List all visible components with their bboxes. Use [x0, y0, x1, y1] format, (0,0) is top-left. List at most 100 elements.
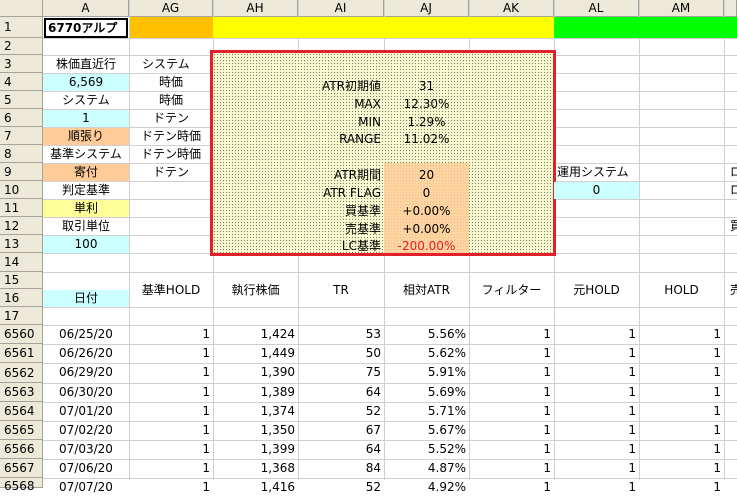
col-header-a[interactable]: A	[43, 0, 129, 17]
filter-cell[interactable]: 1	[469, 364, 554, 382]
min-label[interactable]: MIN	[298, 114, 384, 131]
orig-hold-cell[interactable]: 1	[554, 345, 639, 363]
hold-cell[interactable]: 1	[639, 441, 724, 459]
header-filter[interactable]: フィルター	[469, 282, 554, 299]
date-cell[interactable]: 06/25/20	[43, 326, 129, 344]
exec-price-cell[interactable]: 1,399	[213, 441, 298, 459]
row-header[interactable]: 11	[0, 199, 43, 217]
relative-atr-cell[interactable]: 4.87%	[384, 460, 469, 478]
tr-cell[interactable]: 52	[298, 403, 384, 421]
a16-date-header[interactable]: 日付	[43, 290, 129, 307]
ag4-label[interactable]: 時価	[129, 74, 213, 91]
a5-label[interactable]: システム	[43, 92, 129, 109]
relative-atr-cell[interactable]: 5.56%	[384, 326, 469, 344]
exec-price-cell[interactable]: 1,350	[213, 422, 298, 440]
row-header[interactable]: 8	[0, 145, 43, 163]
base-hold-cell[interactable]: 1	[129, 422, 213, 440]
ag3-label[interactable]: システム	[129, 56, 213, 73]
al9-system-label[interactable]: 運用システム	[554, 164, 639, 181]
exec-price-cell[interactable]: 1,416	[213, 479, 298, 497]
atr-period-label[interactable]: ATR期間	[298, 167, 384, 184]
date-cell[interactable]: 06/26/20	[43, 345, 129, 363]
a9-timing[interactable]: 寄付	[43, 164, 129, 181]
exec-price-cell[interactable]: 1,374	[213, 403, 298, 421]
ag9-label[interactable]: ドテン	[129, 164, 213, 181]
row-header[interactable]: 6561	[0, 344, 43, 363]
green-band[interactable]	[554, 17, 737, 38]
ag8-label[interactable]: ドテン時価	[129, 146, 213, 163]
col-header-next[interactable]	[724, 0, 737, 17]
tr-cell[interactable]: 64	[298, 441, 384, 459]
tr-cell[interactable]: 50	[298, 345, 384, 363]
header-edge[interactable]: 売	[727, 282, 737, 299]
base-hold-cell[interactable]: 1	[129, 403, 213, 421]
base-hold-cell[interactable]: 1	[129, 460, 213, 478]
a13-unit[interactable]: 100	[43, 236, 129, 253]
exec-price-cell[interactable]: 1,424	[213, 326, 298, 344]
ag6-label[interactable]: ドテン	[129, 110, 213, 127]
range-label[interactable]: RANGE	[298, 131, 384, 148]
filter-cell[interactable]: 1	[469, 403, 554, 421]
hold-cell[interactable]: 1	[639, 403, 724, 421]
relative-atr-cell[interactable]: 5.62%	[384, 345, 469, 363]
row-header[interactable]: 6564	[0, 402, 43, 421]
tr-cell[interactable]: 75	[298, 364, 384, 382]
hold-cell[interactable]: 1	[639, 460, 724, 478]
orig-hold-cell[interactable]: 1	[554, 384, 639, 402]
relative-atr-cell[interactable]: 5.52%	[384, 441, 469, 459]
buy-threshold-label[interactable]: 買基準	[298, 203, 384, 220]
base-hold-cell[interactable]: 1	[129, 345, 213, 363]
filter-cell[interactable]: 1	[469, 345, 554, 363]
ticker-cell[interactable]: 6770アルプ	[44, 18, 128, 38]
sell-threshold-label[interactable]: 売基準	[298, 221, 384, 238]
edge-cell-9[interactable]: ロ	[727, 164, 737, 181]
row-header[interactable]: 6563	[0, 383, 43, 402]
tr-cell[interactable]: 67	[298, 422, 384, 440]
base-hold-cell[interactable]: 1	[129, 441, 213, 459]
col-header-al[interactable]: AL	[554, 0, 639, 17]
row-header[interactable]: 6562	[0, 363, 43, 383]
date-cell[interactable]: 06/29/20	[43, 364, 129, 382]
a12-label[interactable]: 取引単位	[43, 218, 129, 235]
header-exec-price[interactable]: 執行株価	[213, 282, 298, 299]
row-header[interactable]: 7	[0, 127, 43, 145]
row-header[interactable]: 17	[0, 307, 43, 325]
exec-price-cell[interactable]: 1,449	[213, 345, 298, 363]
relative-atr-cell[interactable]: 5.69%	[384, 384, 469, 402]
row-header[interactable]: 12	[0, 217, 43, 235]
atr-period-value[interactable]: 20	[384, 167, 469, 184]
relative-atr-cell[interactable]: 5.67%	[384, 422, 469, 440]
a4-value[interactable]: 6,569	[43, 74, 129, 91]
row-header[interactable]: 6566	[0, 440, 43, 459]
hold-cell[interactable]: 1	[639, 345, 724, 363]
exec-price-cell[interactable]: 1,368	[213, 460, 298, 478]
exec-price-cell[interactable]: 1,390	[213, 364, 298, 382]
a10-label[interactable]: 判定基準	[43, 182, 129, 199]
row-header[interactable]: 10	[0, 181, 43, 199]
filter-cell[interactable]: 1	[469, 384, 554, 402]
atr-init-value[interactable]: 31	[384, 78, 469, 95]
header-relative-atr[interactable]: 相対ATR	[384, 282, 469, 299]
row-header[interactable]: 5	[0, 91, 43, 109]
relative-atr-cell[interactable]: 5.71%	[384, 403, 469, 421]
row-header[interactable]: 4	[0, 73, 43, 91]
max-label[interactable]: MAX	[298, 96, 384, 113]
orig-hold-cell[interactable]: 1	[554, 479, 639, 497]
header-hold[interactable]: HOLD	[639, 282, 724, 299]
date-cell[interactable]: 07/02/20	[43, 422, 129, 440]
row-header[interactable]: 15	[0, 272, 43, 289]
ag-row1-band[interactable]	[130, 17, 213, 38]
date-cell[interactable]: 07/06/20	[43, 460, 129, 478]
col-header-ah[interactable]: AH	[213, 0, 298, 17]
date-cell[interactable]: 07/01/20	[43, 403, 129, 421]
col-header-aj[interactable]: AJ	[384, 0, 469, 17]
tr-cell[interactable]: 53	[298, 326, 384, 344]
row-header[interactable]: 6	[0, 109, 43, 127]
col-header-ak[interactable]: AK	[469, 0, 554, 17]
max-value[interactable]: 12.30%	[384, 96, 469, 113]
sell-threshold-value[interactable]: +0.00%	[384, 221, 469, 238]
base-hold-cell[interactable]: 1	[129, 326, 213, 344]
orig-hold-cell[interactable]: 1	[554, 403, 639, 421]
col-header-am[interactable]: AM	[639, 0, 724, 17]
losscut-label[interactable]: LC基準	[298, 238, 384, 255]
